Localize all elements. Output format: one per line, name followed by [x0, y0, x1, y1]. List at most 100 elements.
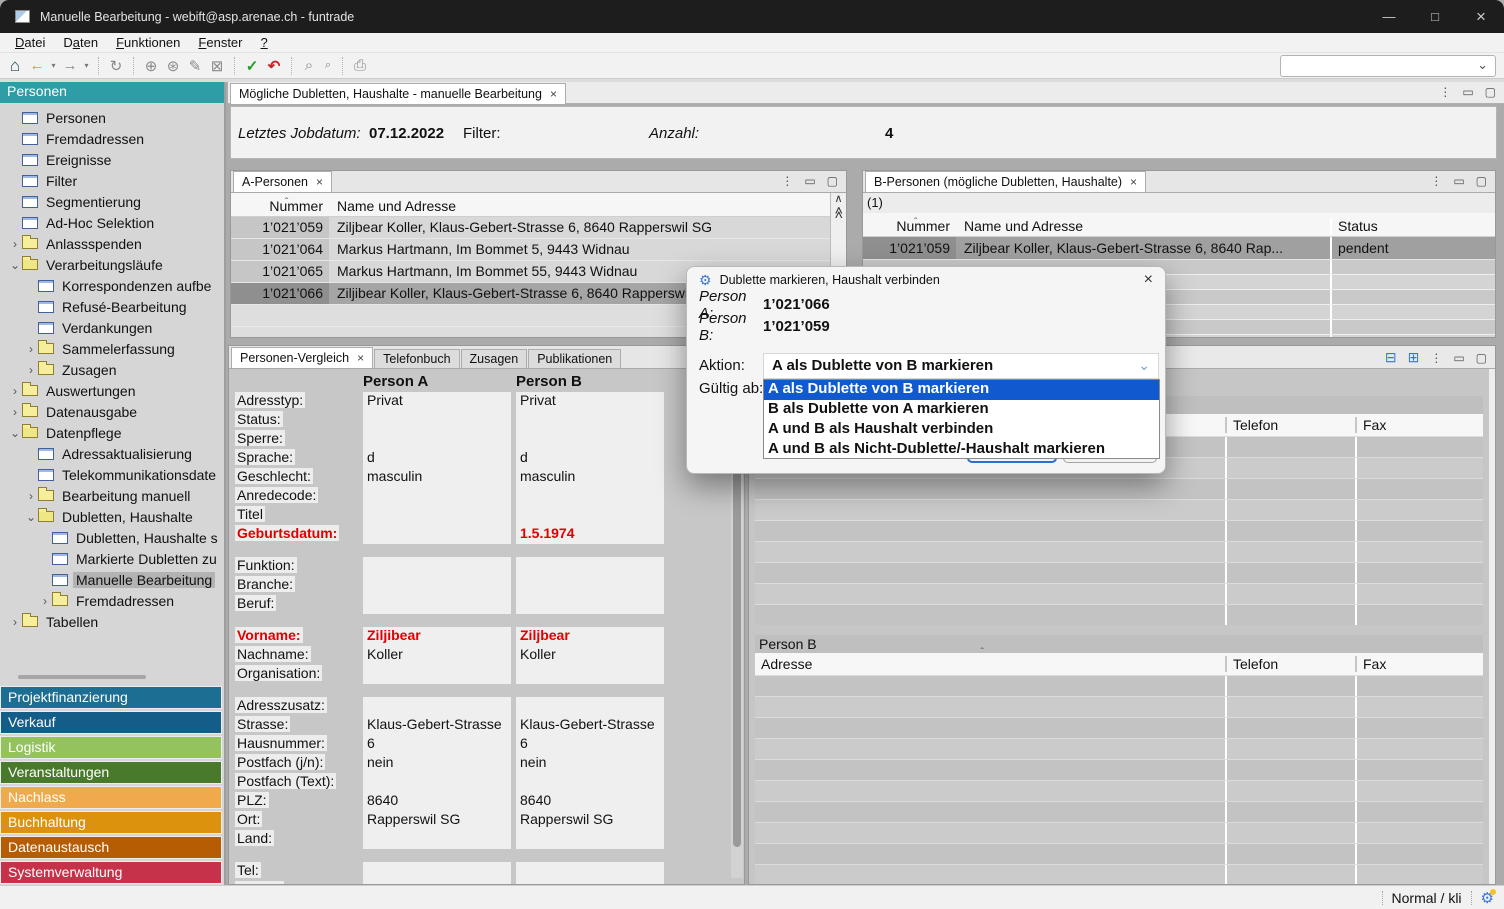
tree-expand-arrow[interactable]: ⌄ [8, 258, 22, 272]
column-header-nummer[interactable]: ˆNummer [231, 198, 329, 216]
confirm-check-icon[interactable]: ✓ [241, 57, 263, 75]
panel-maximize-icon[interactable]: ▢ [1476, 174, 1487, 188]
close-icon[interactable]: × [550, 87, 557, 101]
column-header-status[interactable]: Status [1330, 218, 1495, 236]
window-maximize-button[interactable]: □ [1412, 0, 1458, 33]
collapse-all-icon[interactable]: ⊟ [1385, 349, 1397, 366]
panel-minimize-icon[interactable]: ▭ [1462, 85, 1473, 99]
tree-item[interactable]: Filter [0, 170, 224, 191]
tree-item[interactable]: Markierte Dubletten zu [0, 548, 224, 569]
module-bar[interactable]: Systemverwaltung [0, 861, 222, 884]
add-circle-icon[interactable]: ⊕ [140, 57, 162, 75]
close-icon[interactable]: × [357, 351, 364, 365]
menu-item[interactable]: Funktionen [107, 34, 189, 51]
tree-item[interactable]: › Auswertungen [0, 380, 224, 401]
undo-arrow-icon[interactable]: ↶ [263, 57, 285, 75]
module-bar[interactable]: Veranstaltungen [0, 761, 222, 784]
back-icon[interactable]: ← [26, 57, 48, 74]
column-header-name-adresse[interactable]: Name und Adresse [329, 198, 830, 216]
dropdown-option[interactable]: A als Dublette von B markieren [764, 380, 1159, 400]
close-icon[interactable]: × [316, 175, 323, 189]
panel-menu-dots-icon[interactable]: ⋮ [1430, 174, 1442, 188]
chevron-down-icon[interactable]: ⌄ [1138, 357, 1150, 374]
panel-menu-dots-icon[interactable]: ⋮ [781, 174, 793, 188]
tree-item[interactable]: Korrespondenzen aufbe [0, 275, 224, 296]
search-small-icon[interactable]: ⌕ [320, 59, 336, 72]
tree-item[interactable]: ⌄ Verarbeitungsläufe [0, 254, 224, 275]
tree-item[interactable]: › Fremdadressen [0, 590, 224, 611]
table-row[interactable]: 1’021’059 Ziljbear Koller, Klaus-Gebert-… [231, 217, 830, 239]
b-personen-tab[interactable]: B-Personen (mögliche Dubletten, Haushalt… [865, 171, 1146, 192]
column-header-telefon[interactable]: Telefon [1225, 417, 1355, 433]
tree-expand-arrow[interactable]: › [8, 615, 22, 629]
tree-expand-arrow[interactable]: ⌄ [8, 426, 22, 440]
tree-item[interactable]: Telekommunikationsdate [0, 464, 224, 485]
panel-maximize-icon[interactable]: ▢ [1476, 351, 1487, 365]
table-row[interactable]: 1’021’059 Ziljbear Koller, Klaus-Gebert-… [863, 237, 1495, 260]
menu-item[interactable]: Datei [6, 34, 54, 51]
module-bar[interactable]: Nachlass [0, 786, 222, 809]
toolbar-separator[interactable] [98, 57, 99, 75]
tree-item[interactable]: Ereignisse [0, 149, 224, 170]
column-header-nummer[interactable]: ˆNummer [863, 218, 956, 236]
tree-item[interactable]: › Datenausgabe [0, 401, 224, 422]
aktion-combobox[interactable]: A als Dublette von B markieren ⌄ [763, 353, 1159, 379]
panel-maximize-icon[interactable]: ▢ [827, 174, 838, 188]
tree-expand-arrow[interactable]: › [24, 342, 38, 356]
table-row[interactable]: 1’021’064 Markus Hartmann, Im Bommet 5, … [231, 239, 830, 261]
delete-trash-icon[interactable]: ⊠ [206, 57, 228, 75]
toolbar-separator[interactable] [234, 57, 235, 75]
tree-item[interactable]: Dubletten, Haushalte s [0, 527, 224, 548]
tree-item[interactable]: › Sammelerfassung [0, 338, 224, 359]
column-header-fax[interactable]: Fax [1355, 656, 1483, 672]
panel-minimize-icon[interactable]: ▭ [804, 174, 815, 188]
column-header-name-adresse[interactable]: Name und Adresse [956, 218, 1330, 236]
panel-menu-dots-icon[interactable]: ⋮ [1430, 351, 1442, 365]
dropdown-option[interactable]: A und B als Haushalt verbinden [764, 420, 1159, 440]
tree-expand-arrow[interactable]: › [8, 237, 22, 251]
tree-expand-arrow[interactable]: ⌄ [24, 510, 38, 524]
tree-item[interactable]: Segmentierung [0, 191, 224, 212]
tree-item[interactable]: ⌄ Dubletten, Haushalte [0, 506, 224, 527]
toolbar-search-combobox[interactable]: ⌄ [1280, 55, 1496, 77]
chevron-down-icon[interactable]: ⌄ [1477, 57, 1488, 73]
module-bar[interactable]: Datenaustausch [0, 836, 222, 859]
panel-minimize-icon[interactable]: ▭ [1453, 174, 1464, 188]
search-icon[interactable]: ⌕ [298, 57, 320, 74]
toolbar-separator[interactable] [342, 57, 343, 75]
tree-horizontal-scrollbar[interactable] [2, 672, 220, 682]
dropdown-option[interactable]: B als Dublette von A markieren [764, 400, 1159, 420]
scrollbar-thumb[interactable] [18, 675, 146, 679]
tree-item[interactable]: Fremdadressen [0, 128, 224, 149]
settings-gear-icon[interactable]: ⚙ [1481, 889, 1494, 907]
panel-maximize-icon[interactable]: ▢ [1485, 85, 1496, 99]
forward-caret-icon[interactable]: ▾ [81, 61, 92, 70]
tab-item[interactable]: Zusagen [461, 349, 528, 368]
menu-item[interactable]: Fenster [189, 34, 251, 51]
globe-circle-icon[interactable]: ⊛ [162, 57, 184, 75]
tree-item[interactable]: Personen [0, 107, 224, 128]
edit-pencil-icon[interactable]: ✎ [184, 57, 206, 75]
panel-menu-dots-icon[interactable]: ⋮ [1439, 85, 1451, 99]
a-personen-tab[interactable]: A-Personen × [233, 171, 332, 192]
main-tab[interactable]: Mögliche Dubletten, Haushalte - manuelle… [230, 83, 566, 104]
expand-all-icon[interactable]: ⊞ [1408, 349, 1420, 366]
tab-personen-vergleich[interactable]: Personen-Vergleich × [231, 347, 373, 368]
tree-item[interactable]: Ad-Hoc Selektion [0, 212, 224, 233]
refresh-icon[interactable]: ↻ [105, 57, 127, 75]
dialog-close-button[interactable]: × [1144, 271, 1153, 289]
tree-item[interactable]: Refusé-Bearbeitung [0, 296, 224, 317]
tree-expand-arrow[interactable]: › [24, 489, 38, 503]
column-header-fax[interactable]: Fax [1355, 417, 1483, 433]
tree-expand-arrow[interactable]: › [38, 594, 52, 608]
tree-item[interactable]: › Tabellen [0, 611, 224, 632]
tab-item[interactable]: Telefonbuch [374, 349, 459, 368]
tree-expand-arrow[interactable]: › [8, 384, 22, 398]
menu-item[interactable]: ? [252, 34, 277, 51]
back-caret-icon[interactable]: ▾ [48, 61, 59, 70]
close-icon[interactable]: × [1130, 175, 1137, 189]
tab-item[interactable]: Publikationen [528, 349, 621, 368]
collapse-double-icon[interactable]: ≪ [832, 205, 845, 220]
menu-item[interactable]: Daten [54, 34, 107, 51]
module-bar[interactable]: Verkauf [0, 711, 222, 734]
